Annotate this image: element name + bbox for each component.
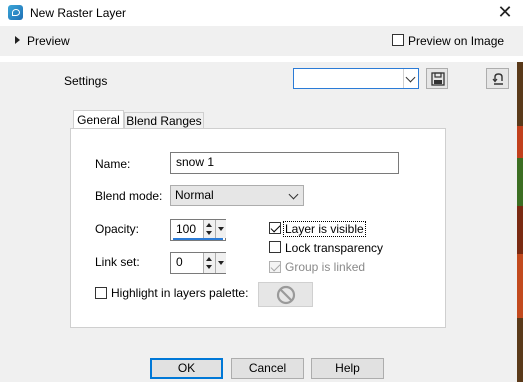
settings-label: Settings <box>64 74 108 88</box>
opacity-spin-buttons[interactable] <box>203 220 215 238</box>
preview-on-image-checkbox[interactable] <box>392 34 404 46</box>
preset-dropdown[interactable] <box>293 68 419 89</box>
ok-button[interactable]: OK <box>150 358 223 379</box>
preset-dropdown-button[interactable] <box>403 69 418 88</box>
spin-down-icon <box>206 265 212 269</box>
blend-mode-value: Normal <box>175 188 214 202</box>
opacity-spinner[interactable]: 100 <box>170 219 226 241</box>
lock-transparency-checkbox[interactable] <box>269 241 281 253</box>
name-input[interactable]: snow 1 <box>170 152 399 174</box>
highlight-label: Highlight in layers palette: <box>111 286 249 300</box>
link-set-label: Link set: <box>95 255 140 269</box>
spin-up-icon <box>206 257 212 261</box>
spin-down-icon <box>206 231 212 235</box>
save-preset-button[interactable] <box>426 68 448 89</box>
reset-icon <box>492 73 503 85</box>
blend-mode-select[interactable]: Normal <box>170 185 304 206</box>
layer-visible-label: Layer is visible <box>283 221 366 237</box>
dropdown-arrow-icon <box>218 227 224 231</box>
tab-general[interactable]: General <box>73 110 124 130</box>
help-button[interactable]: Help <box>311 358 384 379</box>
opacity-slider-button[interactable] <box>215 220 226 238</box>
dropdown-arrow-icon <box>218 261 224 265</box>
cancel-button[interactable]: Cancel <box>231 358 304 379</box>
tab-blend-ranges[interactable]: Blend Ranges <box>124 112 204 129</box>
name-label: Name: <box>95 157 131 171</box>
opacity-value: 100 <box>176 222 197 236</box>
chevron-down-icon <box>288 189 299 200</box>
chevron-down-icon <box>405 72 416 83</box>
expand-triangle-icon[interactable] <box>15 36 20 44</box>
background-canvas-strip <box>517 62 523 382</box>
opacity-label: Opacity: <box>95 222 140 236</box>
lock-transparency-label: Lock transparency <box>285 241 384 255</box>
link-set-value: 0 <box>176 255 183 269</box>
group-linked-checkbox[interactable] <box>269 261 281 273</box>
group-linked-label: Group is linked <box>285 260 366 274</box>
preview-label[interactable]: Preview <box>27 34 70 48</box>
blend-mode-label: Blend mode: <box>95 189 163 203</box>
layer-visible-checkbox[interactable] <box>269 222 281 234</box>
app-icon <box>8 5 23 20</box>
link-set-spinner[interactable]: 0 <box>170 252 226 274</box>
close-icon[interactable]: ✕ <box>496 3 514 21</box>
opacity-level-bar <box>173 238 223 240</box>
save-disk-icon <box>431 72 445 86</box>
link-set-slider-button[interactable] <box>215 253 226 273</box>
reset-preset-button[interactable] <box>486 68 509 89</box>
preview-on-image-label: Preview on Image <box>408 34 505 48</box>
highlight-checkbox[interactable] <box>95 287 107 299</box>
no-color-icon <box>276 285 296 305</box>
link-set-spin-buttons[interactable] <box>203 253 215 273</box>
highlight-color-swatch[interactable] <box>258 282 313 307</box>
window-title: New Raster Layer <box>30 6 127 20</box>
spin-up-icon <box>206 223 212 227</box>
